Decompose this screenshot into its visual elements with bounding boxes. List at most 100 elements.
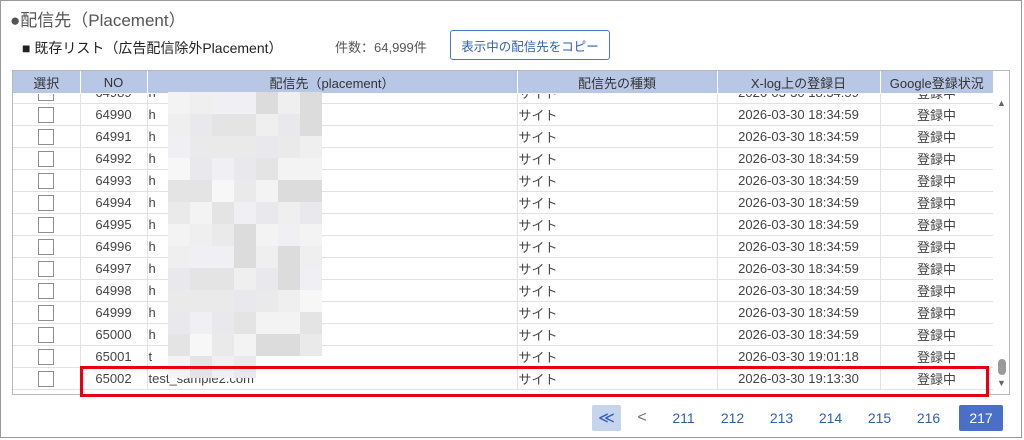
row-date: 2026-03-30 18:34:59 xyxy=(717,169,881,192)
row-placement: h xyxy=(147,94,518,104)
select-checkbox[interactable] xyxy=(38,150,55,167)
table-row[interactable]: 64994 h サイト 2026-03-30 18:34:59 登録中 xyxy=(13,191,993,214)
row-type: サイト xyxy=(517,257,718,280)
row-type: サイト xyxy=(517,169,718,192)
col-header-date[interactable]: X-log上の登録日 xyxy=(717,71,881,93)
row-type: サイト xyxy=(517,345,718,368)
table-row[interactable]: 64999 h サイト 2026-03-30 18:34:59 登録中 xyxy=(13,301,993,324)
row-checkbox[interactable] xyxy=(13,213,81,236)
row-type: サイト xyxy=(517,323,718,346)
row-type: サイト xyxy=(517,191,718,214)
select-checkbox[interactable] xyxy=(38,106,55,123)
row-no: 65001 xyxy=(80,345,148,368)
table-row[interactable]: 64998 h サイト 2026-03-30 18:34:59 登録中 xyxy=(13,279,993,302)
page-link-214[interactable]: 214 xyxy=(816,405,845,431)
row-placement: h xyxy=(147,147,518,170)
row-checkbox[interactable] xyxy=(13,147,81,170)
table-row[interactable]: 64993 h サイト 2026-03-30 18:34:59 登録中 xyxy=(13,169,993,192)
row-type: サイト xyxy=(517,147,718,170)
col-header-placement[interactable]: 配信先（placement） xyxy=(147,71,518,93)
table-row[interactable]: 64996 h サイト 2026-03-30 18:34:59 登録中 xyxy=(13,235,993,258)
col-header-type[interactable]: 配信先の種類 xyxy=(517,71,718,93)
select-checkbox[interactable] xyxy=(38,260,55,277)
row-status: 登録中 xyxy=(880,279,993,302)
vertical-scrollbar[interactable]: ▲ ▼ xyxy=(994,94,1009,394)
row-placement: h xyxy=(147,213,518,236)
row-checkbox[interactable] xyxy=(13,257,81,280)
select-checkbox[interactable] xyxy=(38,128,55,145)
row-checkbox[interactable] xyxy=(13,323,81,346)
scroll-thumb[interactable] xyxy=(998,359,1006,375)
page-link-212[interactable]: 212 xyxy=(718,405,747,431)
row-checkbox[interactable] xyxy=(13,279,81,302)
select-checkbox[interactable] xyxy=(38,238,55,255)
page-link-215[interactable]: 215 xyxy=(865,405,894,431)
row-no: 65002 xyxy=(80,367,148,390)
col-header-select[interactable]: 選択 xyxy=(13,71,81,93)
row-no: 64994 xyxy=(80,191,148,214)
page-link-213[interactable]: 213 xyxy=(767,405,796,431)
scroll-up-icon[interactable]: ▲ xyxy=(997,98,1006,108)
select-checkbox[interactable] xyxy=(38,94,55,101)
copy-placements-button[interactable]: 表示中の配信先をコピー xyxy=(450,30,610,60)
row-checkbox[interactable] xyxy=(13,103,81,126)
table-row[interactable]: 64991 h サイト 2026-03-30 18:34:59 登録中 xyxy=(13,125,993,148)
row-checkbox[interactable] xyxy=(13,345,81,368)
select-checkbox[interactable] xyxy=(38,370,55,387)
select-checkbox[interactable] xyxy=(38,326,55,343)
row-type: サイト xyxy=(517,94,718,104)
row-placement: h xyxy=(147,169,518,192)
table-row[interactable]: 65001 t サイト 2026-03-30 19:01:18 登録中 xyxy=(13,345,993,368)
row-checkbox[interactable] xyxy=(13,367,81,390)
list-title: ■ 既存リスト（広告配信除外Placement） xyxy=(22,40,283,56)
page-link-216[interactable]: 216 xyxy=(914,405,943,431)
row-no: 64999 xyxy=(80,301,148,324)
row-status: 登録中 xyxy=(880,103,993,126)
table-row[interactable]: 64990 h サイト 2026-03-30 18:34:59 登録中 xyxy=(13,103,993,126)
page-link-211[interactable]: 211 xyxy=(669,405,698,431)
row-placement: h xyxy=(147,103,518,126)
col-header-no[interactable]: NO xyxy=(80,71,148,93)
select-checkbox[interactable] xyxy=(38,304,55,321)
select-checkbox[interactable] xyxy=(38,216,55,233)
table-row[interactable]: 64989hサイト2026-03-30 18:34:59登録中 xyxy=(13,94,993,104)
table-body-viewport[interactable]: 64989hサイト2026-03-30 18:34:59登録中64990hサイト… xyxy=(13,94,993,394)
row-type: サイト xyxy=(517,235,718,258)
row-date: 2026-03-30 19:13:30 xyxy=(717,367,881,390)
select-checkbox[interactable] xyxy=(38,172,55,189)
table-body: 64989hサイト2026-03-30 18:34:59登録中64990hサイト… xyxy=(13,94,993,390)
current-page[interactable]: 217 xyxy=(959,405,1003,431)
prev-page-button[interactable]: < xyxy=(635,405,649,431)
row-status: 登録中 xyxy=(880,367,993,390)
row-status: 登録中 xyxy=(880,301,993,324)
table-row[interactable]: 64997 h サイト 2026-03-30 18:34:59 登録中 xyxy=(13,257,993,280)
table-row[interactable]: 65002 test_sample2.com サイト 2026-03-30 19:13… xyxy=(13,367,993,390)
row-date: 2026-03-30 19:01:18 xyxy=(717,345,881,368)
row-status: 登録中 xyxy=(880,213,993,236)
row-date: 2026-03-30 18:34:59 xyxy=(717,257,881,280)
scroll-down-icon[interactable]: ▼ xyxy=(997,378,1006,388)
row-date: 2026-03-30 18:34:59 xyxy=(717,279,881,302)
select-checkbox[interactable] xyxy=(38,194,55,211)
row-no: 64997 xyxy=(80,257,148,280)
select-checkbox[interactable] xyxy=(38,348,55,365)
placement-table: 選択 NO 配信先（placement） 配信先の種類 X-log上の登録日 G… xyxy=(12,70,1010,395)
row-date: 2026-03-30 18:34:59 xyxy=(717,301,881,324)
row-no: 64998 xyxy=(80,279,148,302)
table-row[interactable]: 64995 h サイト 2026-03-30 18:34:59 登録中 xyxy=(13,213,993,236)
row-checkbox[interactable] xyxy=(13,169,81,192)
first-page-button[interactable]: ≪ xyxy=(592,405,621,431)
table-row[interactable]: 64992 h サイト 2026-03-30 18:34:59 登録中 xyxy=(13,147,993,170)
row-status: 登録中 xyxy=(880,191,993,214)
row-no: 64991 xyxy=(80,125,148,148)
row-checkbox[interactable] xyxy=(13,191,81,214)
select-checkbox[interactable] xyxy=(38,282,55,299)
row-checkbox[interactable] xyxy=(13,301,81,324)
row-placement: h xyxy=(147,235,518,258)
row-checkbox[interactable] xyxy=(13,235,81,258)
table-row[interactable]: 65000 h サイト 2026-03-30 18:34:59 登録中 xyxy=(13,323,993,346)
row-checkbox[interactable] xyxy=(13,125,81,148)
row-checkbox[interactable] xyxy=(13,94,81,104)
col-header-status[interactable]: Google登録状況 xyxy=(880,71,993,93)
row-type: サイト xyxy=(517,125,718,148)
